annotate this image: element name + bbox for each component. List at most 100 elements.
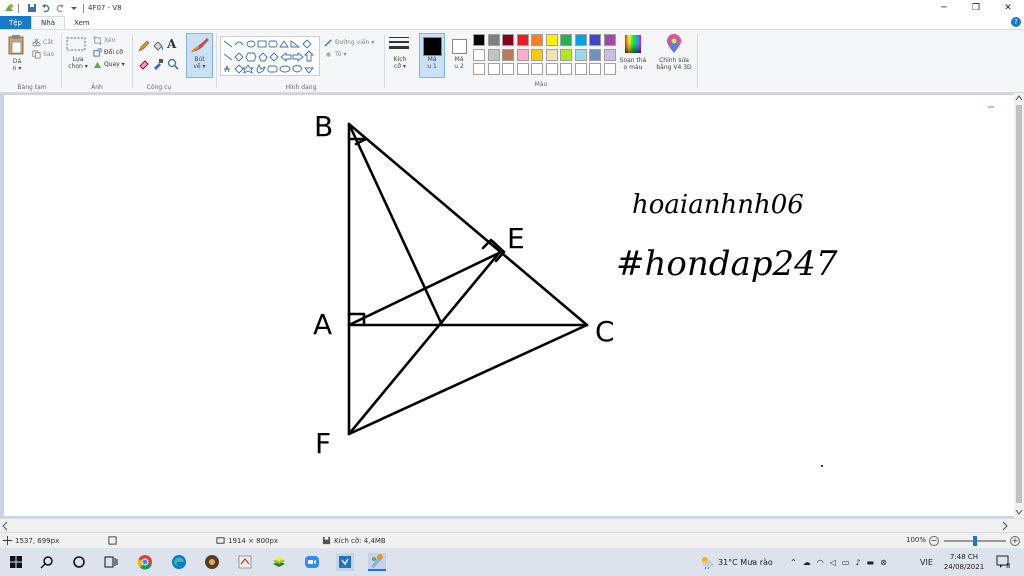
edge-icon	[172, 555, 186, 569]
zoom-taskbar-button[interactable]	[303, 553, 321, 571]
vertical-scrollbar[interactable]	[1014, 93, 1024, 518]
palette-color-swatch[interactable]	[545, 48, 558, 61]
close-button[interactable]: ✕	[992, 0, 1024, 16]
horizontal-scrollbar[interactable]	[0, 518, 1024, 532]
palette-color-swatch[interactable]	[545, 63, 558, 75]
size-button[interactable]: Kích cỡ ▾	[386, 34, 414, 70]
palette-color-swatch[interactable]	[589, 63, 601, 75]
magnifier-icon[interactable]	[167, 58, 179, 70]
tab-home[interactable]: Nhà	[31, 16, 65, 29]
edge-taskbar-button[interactable]	[170, 553, 188, 571]
fill-bucket-icon[interactable]	[152, 40, 164, 52]
palette-color-swatch[interactable]	[487, 48, 500, 61]
palette-color-swatch[interactable]	[574, 34, 587, 46]
zoom-in-button[interactable]: +	[1010, 536, 1020, 546]
device-icon[interactable]: ▭	[842, 558, 850, 567]
clock[interactable]: 7:48 CH 24/08/2021	[942, 548, 986, 576]
tab-file[interactable]: Tệp	[0, 16, 32, 29]
ribbon: Dá n ▾ Cắt Sao Bảng tạm Lựa chọn ▾ Xén Đ…	[0, 29, 1024, 93]
paint-taskbar-button[interactable]	[368, 553, 386, 571]
crop-button[interactable]: Xén	[93, 34, 125, 46]
zoom-slider-thumb[interactable]	[973, 536, 977, 546]
cortana-button[interactable]	[70, 553, 88, 571]
palette-color-swatch[interactable]	[589, 48, 601, 61]
action-center-button[interactable]: 8	[996, 548, 1010, 576]
palette-color-swatch[interactable]	[589, 34, 601, 46]
palette-color-swatch[interactable]	[574, 48, 587, 61]
shapes-gallery[interactable]	[220, 36, 320, 76]
palette-color-swatch[interactable]	[531, 34, 543, 46]
pencil-icon[interactable]	[138, 40, 150, 52]
undo-icon[interactable]	[40, 3, 51, 14]
weather-widget[interactable]: 31°C Mưa rào	[700, 548, 773, 576]
palette-color-swatch[interactable]	[560, 34, 572, 46]
palette-color-swatch[interactable]	[603, 63, 616, 75]
rotate-button[interactable]: Quay ▾	[93, 58, 125, 70]
chrome-taskbar-button[interactable]	[136, 553, 154, 571]
palette-color-swatch[interactable]	[574, 63, 587, 75]
customize-quick-access-icon[interactable]	[68, 3, 79, 14]
show-hidden-icons-icon[interactable]: ⌃	[790, 558, 797, 567]
handwriting-username: hoaianhnh06	[632, 190, 804, 220]
game-taskbar-button[interactable]	[203, 553, 221, 571]
vscode-taskbar-button[interactable]	[336, 553, 354, 571]
redo-icon[interactable]	[54, 3, 65, 14]
onedrive-icon[interactable]: ☁	[803, 558, 811, 567]
volume-icon[interactable]: ◁	[830, 558, 836, 567]
palette-color-swatch[interactable]	[502, 34, 514, 46]
edit-with-paint3d-button[interactable]: Chỉnh sửa bằng V4 3D	[652, 33, 696, 71]
search-button[interactable]	[38, 553, 56, 571]
palette-color-swatch[interactable]	[473, 34, 485, 46]
palette-color-swatch[interactable]	[531, 48, 543, 61]
select-button[interactable]: Lựa chọn ▾	[65, 36, 91, 70]
text-tool-icon[interactable]: A	[167, 37, 176, 51]
palette-color-swatch[interactable]	[603, 48, 616, 61]
palette-color-swatch[interactable]	[545, 34, 558, 46]
minimize-button[interactable]: ─	[928, 0, 960, 16]
palette-color-swatch[interactable]	[487, 63, 500, 75]
palette-color-swatch[interactable]	[516, 34, 529, 46]
cut-button[interactable]: Cắt	[32, 36, 54, 48]
tab-view[interactable]: Xem	[65, 16, 99, 29]
palette-color-swatch[interactable]	[603, 34, 616, 46]
help-button[interactable]: ?	[1011, 17, 1021, 27]
image-size-text: 1914 × 800px	[228, 536, 279, 545]
wifi-icon[interactable]: ◠	[817, 558, 824, 567]
zoom-out-button[interactable]: −	[929, 536, 939, 546]
bluestacks-taskbar-button[interactable]	[270, 553, 288, 571]
battery-icon[interactable]: ▬	[867, 558, 875, 567]
cursor-position: 1537, 699px	[3, 536, 59, 545]
paste-button[interactable]: Dá n ▾	[6, 34, 28, 72]
shapes-group-label: Hình dạng	[285, 84, 317, 91]
resize-button[interactable]: Đổi cỡ	[93, 46, 125, 58]
palette-color-swatch[interactable]	[560, 48, 572, 61]
palette-color-swatch[interactable]	[473, 48, 485, 61]
palette-color-swatch[interactable]	[560, 63, 572, 75]
eraser-icon[interactable]	[138, 58, 150, 70]
color-picker-icon[interactable]	[152, 58, 164, 70]
fill-dropdown[interactable]: Tô ▾	[324, 48, 374, 60]
restore-button[interactable]: ❐	[960, 0, 992, 16]
save-icon[interactable]	[26, 3, 37, 14]
start-button[interactable]	[7, 553, 25, 571]
outline-dropdown[interactable]: Đường viền ▾	[324, 36, 374, 48]
palette-color-swatch[interactable]	[502, 48, 514, 61]
palette-color-swatch[interactable]	[531, 63, 543, 75]
paint-app-icon[interactable]	[3, 3, 14, 14]
palette-color-swatch[interactable]	[502, 63, 514, 75]
drawing-canvas[interactable]: B A E C F hoaianhnh06 #hondap247	[4, 95, 1016, 516]
palette-color-swatch[interactable]	[516, 48, 529, 61]
notification-bell-icon[interactable]: ♪	[855, 558, 860, 567]
edit-colors-button[interactable]: Soạn thả o màu	[617, 33, 649, 71]
palette-color-swatch[interactable]	[487, 34, 500, 46]
color1-button[interactable]: Má u 1	[419, 33, 445, 78]
app-taskbar-button[interactable]	[236, 553, 254, 571]
task-view-button[interactable]	[102, 553, 120, 571]
color2-button[interactable]: Má u 2	[448, 33, 470, 78]
network-icon[interactable]: ⊗	[880, 558, 887, 567]
palette-color-swatch[interactable]	[516, 63, 529, 75]
palette-color-swatch[interactable]	[473, 63, 485, 75]
copy-button[interactable]: Sao	[32, 48, 54, 60]
brushes-button[interactable]: Bút vẽ ▾	[186, 33, 213, 78]
language-indicator[interactable]: VIE	[920, 548, 933, 576]
